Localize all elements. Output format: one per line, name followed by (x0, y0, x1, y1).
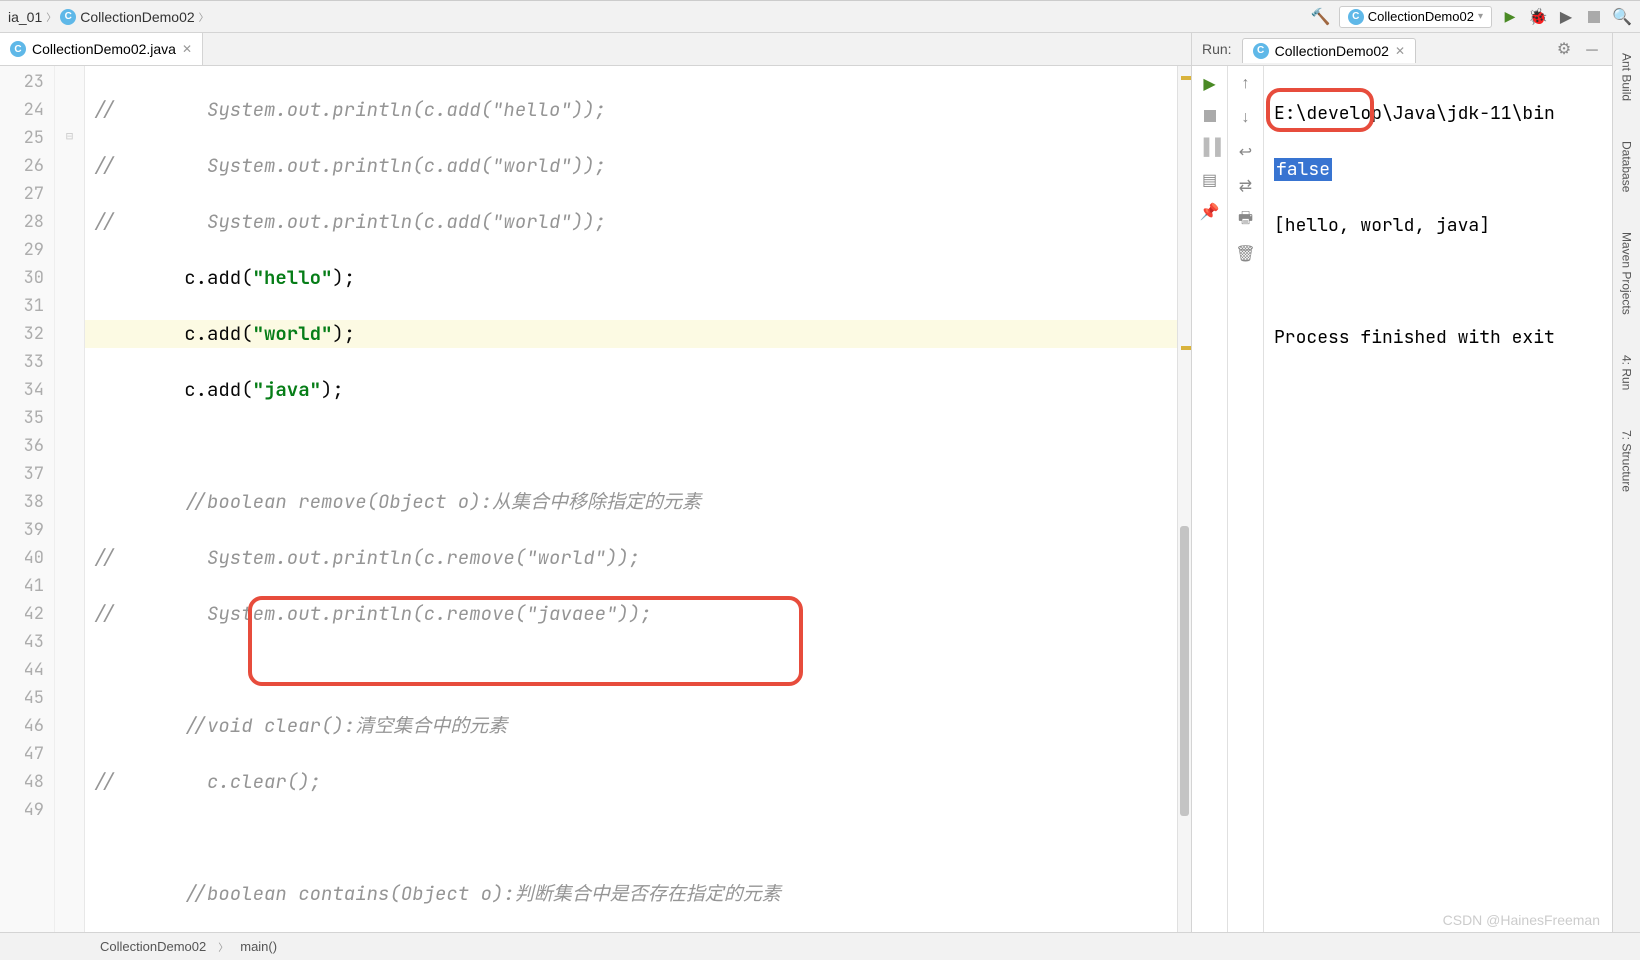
selected-text: false (1274, 158, 1332, 181)
minimize-icon[interactable]: － (1582, 39, 1602, 59)
class-icon: C (1253, 43, 1269, 59)
console-line: E:\develop\Java\jdk-11\bin (1274, 100, 1602, 128)
pin-icon[interactable]: 📌 (1200, 202, 1220, 222)
status-bar: CollectionDemo02 〉 main() (0, 932, 1640, 960)
fold-gutter: ⊟ (55, 66, 85, 932)
chevron-down-icon: ▾ (1478, 11, 1483, 22)
sidebar-run[interactable]: 4: Run (1620, 355, 1634, 390)
stop-icon[interactable] (1200, 106, 1220, 126)
run-toolbar-right: ↑ ↓ ↩ ⇄ 🖶 🗑 (1228, 66, 1264, 932)
wrap-icon[interactable]: ↩ (1236, 142, 1256, 162)
close-icon[interactable]: ✕ (1395, 44, 1405, 58)
console-line: [hello, world, java] (1274, 212, 1602, 240)
coverage-icon[interactable]: ▶ (1556, 7, 1576, 27)
status-class[interactable]: CollectionDemo02 (100, 939, 206, 954)
run-tab[interactable]: C CollectionDemo02 ✕ (1242, 38, 1416, 63)
rerun-icon[interactable]: ▶ (1200, 74, 1220, 94)
close-icon[interactable]: ✕ (182, 42, 192, 56)
editor-pane: C CollectionDemo02.java ✕ 23242526272829… (0, 33, 1192, 932)
run-config-select[interactable]: C CollectionDemo02 ▾ (1339, 6, 1492, 28)
run-label: Run: (1202, 41, 1232, 57)
down-icon[interactable]: ↓ (1236, 108, 1256, 128)
class-icon: C (60, 9, 76, 25)
scroll-icon[interactable]: ⇄ (1236, 176, 1256, 196)
class-icon: C (10, 41, 26, 57)
watermark: CSDN @HainesFreeman (1443, 912, 1600, 928)
line-gutter: 2324252627282930313233343536373839404142… (0, 66, 55, 932)
chevron-icon: 〉 (218, 939, 228, 954)
print-icon[interactable]: 🖶 (1236, 210, 1256, 230)
console-line: false (1274, 156, 1602, 184)
code-editor[interactable]: 2324252627282930313233343536373839404142… (0, 66, 1191, 932)
breadcrumb-item-1[interactable]: ia_01 (8, 9, 42, 25)
code-area[interactable]: // System.out.println(c.add("hello")); /… (85, 66, 1177, 932)
run-toolbar-left: ▶ ▐▐ ▤ 📌 (1192, 66, 1228, 932)
sidebar-structure[interactable]: 7: Structure (1620, 430, 1634, 492)
stop-icon[interactable] (1584, 7, 1604, 27)
layout-icon[interactable]: ▤ (1200, 170, 1220, 190)
sidebar-database[interactable]: Database (1620, 141, 1634, 192)
trash-icon[interactable]: 🗑 (1236, 244, 1256, 264)
run-panel: Run: C CollectionDemo02 ✕ ⚙ － ▶ ▐▐ ▤ 📌 (1192, 33, 1612, 932)
pause-icon[interactable]: ▐▐ (1200, 138, 1220, 158)
breadcrumb-bar: ia_01 〉 C CollectionDemo02 〉 🔨 C Collect… (0, 1, 1640, 33)
chevron-icon: 〉 (199, 9, 209, 24)
vertical-scrollbar[interactable] (1177, 66, 1191, 932)
run-icon[interactable]: ▶ (1500, 7, 1520, 27)
build-icon[interactable]: 🔨 (1311, 7, 1331, 27)
tab-label: CollectionDemo02.java (32, 41, 176, 57)
up-icon[interactable]: ↑ (1236, 74, 1256, 94)
class-icon: C (1348, 9, 1364, 25)
editor-tab[interactable]: C CollectionDemo02.java ✕ (0, 33, 203, 65)
sidebar-maven[interactable]: Maven Projects (1620, 232, 1634, 315)
chevron-icon: 〉 (46, 9, 56, 24)
search-icon[interactable]: 🔍 (1612, 7, 1632, 27)
status-method[interactable]: main() (240, 939, 277, 954)
sidebar-ant-build[interactable]: Ant Build (1620, 53, 1634, 101)
gear-icon[interactable]: ⚙ (1554, 39, 1574, 59)
console-line: Process finished with exit (1274, 324, 1602, 352)
right-tool-sidebar: Ant Build Database Maven Projects 4: Run… (1612, 33, 1640, 932)
debug-icon[interactable]: 🐞 (1528, 7, 1548, 27)
console-output[interactable]: E:\develop\Java\jdk-11\bin false [hello,… (1264, 66, 1612, 932)
breadcrumb-item-2[interactable]: C CollectionDemo02 (60, 9, 194, 25)
editor-tab-bar: C CollectionDemo02.java ✕ (0, 33, 1191, 66)
run-header: Run: C CollectionDemo02 ✕ ⚙ － (1192, 33, 1612, 66)
